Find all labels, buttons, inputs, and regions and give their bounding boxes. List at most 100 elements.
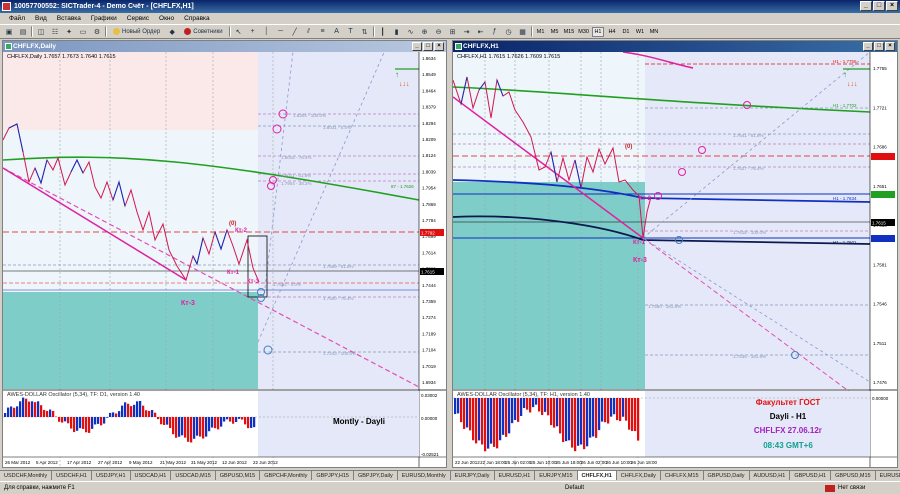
oscillator-bar xyxy=(235,417,237,422)
menu-bar: Файл Вид Вставка Графики Сервис Окно Спр… xyxy=(0,13,900,24)
tf-m30[interactable]: M30 xyxy=(577,27,590,37)
data-window-icon[interactable]: ☷ xyxy=(49,26,61,38)
chart-window-chflfx-daily[interactable]: CHFLFX,Daily _ □ × xyxy=(2,40,447,468)
chart-tab[interactable]: USDCHF,H1 xyxy=(52,471,92,480)
chart-maximize-button[interactable]: □ xyxy=(423,42,433,51)
crosshair-icon[interactable]: + xyxy=(247,26,259,38)
chart-tab[interactable]: EURJPY,Daily xyxy=(451,471,495,480)
terminal-icon[interactable]: ▭ xyxy=(77,26,89,38)
chart-tab[interactable]: CHFLFX,M15 xyxy=(661,471,704,480)
menu-charts[interactable]: Графики xyxy=(86,13,122,24)
tester-icon[interactable]: ⚙ xyxy=(91,26,103,38)
chart-minimize-button[interactable]: _ xyxy=(863,42,873,51)
line-chart-icon[interactable]: ∿ xyxy=(405,26,417,38)
candles-icon[interactable]: ▮ xyxy=(391,26,403,38)
chart-minimize-button[interactable]: _ xyxy=(412,42,422,51)
chart-tab[interactable]: USDJPY,H1 xyxy=(92,471,131,480)
minimize-button[interactable]: _ xyxy=(860,1,872,11)
experts-label: Советники xyxy=(193,29,222,35)
maximize-button[interactable]: □ xyxy=(873,1,885,11)
cursor-icon[interactable]: ↖ xyxy=(233,26,245,38)
experts-button[interactable]: Советники xyxy=(180,26,226,38)
chart-tab[interactable]: EURUSD,H1 xyxy=(495,471,536,480)
chart-tab[interactable]: EURUSD,Daily xyxy=(876,471,900,480)
oscillator-bar xyxy=(601,398,603,422)
chart-tab[interactable]: GBPUSD,Daily xyxy=(704,471,750,480)
zoom-in-icon[interactable]: ⊕ xyxy=(419,26,431,38)
chart-tab[interactable]: CHFLFX,H1 xyxy=(578,471,617,480)
zoom-out-icon[interactable]: ⊖ xyxy=(433,26,445,38)
chart-tab[interactable]: CHFLFX,Daily xyxy=(617,471,661,480)
new-order-button[interactable]: Новый Ордер xyxy=(109,26,164,38)
new-chart-icon[interactable]: ▣ xyxy=(3,26,15,38)
text-icon[interactable]: A xyxy=(331,26,343,38)
chart-area[interactable]: H1 - 1.7755 H1 - 1.7702 1.7641 - 61.8% 1… xyxy=(453,52,897,467)
oscillator-bar xyxy=(181,417,183,435)
oscillator-bar xyxy=(25,399,27,417)
fibonacci-icon[interactable]: ≡ xyxy=(317,26,329,38)
date-tick-label: 17 Apr 2012 xyxy=(67,460,92,465)
trendline-icon[interactable]: ╱ xyxy=(289,26,301,38)
menu-insert[interactable]: Вставка xyxy=(52,13,86,24)
tile-windows-icon[interactable]: ⊞ xyxy=(447,26,459,38)
tf-m5[interactable]: M5 xyxy=(549,27,561,37)
autoscroll-icon[interactable]: ⇥ xyxy=(461,26,473,38)
chart-window-chflfx-h1[interactable]: CHFLFX,H1 _ □ × xyxy=(452,40,898,468)
menu-file[interactable]: Файл xyxy=(4,13,30,24)
chart-tab[interactable]: EURJPY,M15 xyxy=(535,471,577,480)
bar-chart-icon[interactable]: ┃ xyxy=(377,26,389,38)
tf-m15[interactable]: M15 xyxy=(563,27,576,37)
profiles-icon[interactable]: ▤ xyxy=(17,26,29,38)
chart-tab[interactable]: USDCAD,H1 xyxy=(131,471,172,480)
chart-shift-icon[interactable]: ⇤ xyxy=(475,26,487,38)
oscillator-bar xyxy=(616,398,618,420)
oscillator-bar xyxy=(187,417,189,442)
navigator-icon[interactable]: ✦ xyxy=(63,26,75,38)
oscillator-bar xyxy=(637,398,639,441)
chart-tab[interactable]: GBPCHF,Monthly xyxy=(260,471,312,480)
market-watch-icon[interactable]: ◫ xyxy=(35,26,47,38)
price-tick-label: 1.7359 xyxy=(422,299,436,304)
vertical-line-icon[interactable]: │ xyxy=(261,26,273,38)
chart-tab[interactable]: USDCHF,Monthly xyxy=(0,471,52,480)
menu-view[interactable]: Вид xyxy=(30,13,52,24)
menu-help[interactable]: Справка xyxy=(179,13,215,24)
chart-tab[interactable]: USDCAD,M15 xyxy=(171,471,215,480)
tf-h4[interactable]: H4 xyxy=(606,27,618,37)
chart-tab[interactable]: GBPUSD,H1 xyxy=(790,471,831,480)
chart-tab[interactable]: GBPJPY,Daily xyxy=(354,471,398,480)
arrows-icon[interactable]: ⇅ xyxy=(359,26,371,38)
oscillator-bar xyxy=(214,417,216,428)
chart-window-title-bar[interactable]: CHFLFX,H1 _ □ × xyxy=(453,41,897,52)
channel-icon[interactable]: ⫽ xyxy=(303,26,315,38)
chart-close-button[interactable]: × xyxy=(434,42,444,51)
chart-tab[interactable]: GBPJPY,H15 xyxy=(312,471,354,480)
templates-icon[interactable]: ▦ xyxy=(517,26,529,38)
tf-h1[interactable]: H1 xyxy=(592,27,604,37)
chart-maximize-button[interactable]: □ xyxy=(874,42,884,51)
close-button[interactable]: × xyxy=(886,1,898,11)
chart-area[interactable]: 1.8304 - 100.0% 1.8031 - 0.0% 1.8016 - 7… xyxy=(3,52,446,467)
chart-window-title-bar[interactable]: CHFLFX,Daily _ □ × xyxy=(3,41,446,52)
tf-mn[interactable]: MN xyxy=(648,27,660,37)
menu-tools[interactable]: Сервис xyxy=(122,13,154,24)
chart-tab[interactable]: AUDUSD,H1 xyxy=(750,471,791,480)
status-help: Для справки, нажмите F1 xyxy=(4,482,75,494)
tf-m1[interactable]: M1 xyxy=(535,27,547,37)
horizontal-line-icon[interactable]: ─ xyxy=(275,26,287,38)
chart-tab[interactable]: GBPUSD,M15 xyxy=(216,471,260,480)
chart-caption: Montly - Dayli xyxy=(333,417,385,426)
date-tick-label: 26 Jun 18:00 xyxy=(631,460,658,465)
osc-scale: 0.00000 xyxy=(872,396,889,401)
label-icon[interactable]: T xyxy=(345,26,357,38)
chart-close-button[interactable]: × xyxy=(885,42,895,51)
tf-w1[interactable]: W1 xyxy=(634,27,646,37)
chart-tab[interactable]: EURUSD,Monthly xyxy=(398,471,451,480)
metaeditor-icon[interactable]: ◆ xyxy=(166,26,178,38)
periods-icon[interactable]: ◷ xyxy=(503,26,515,38)
indicators-icon[interactable]: ƒ xyxy=(489,26,501,38)
price-tick-label: 1.8379 xyxy=(422,105,436,110)
menu-window[interactable]: Окно xyxy=(154,13,179,24)
chart-tab[interactable]: GBPUSD,M15 xyxy=(831,471,875,480)
tf-d1[interactable]: D1 xyxy=(620,27,632,37)
